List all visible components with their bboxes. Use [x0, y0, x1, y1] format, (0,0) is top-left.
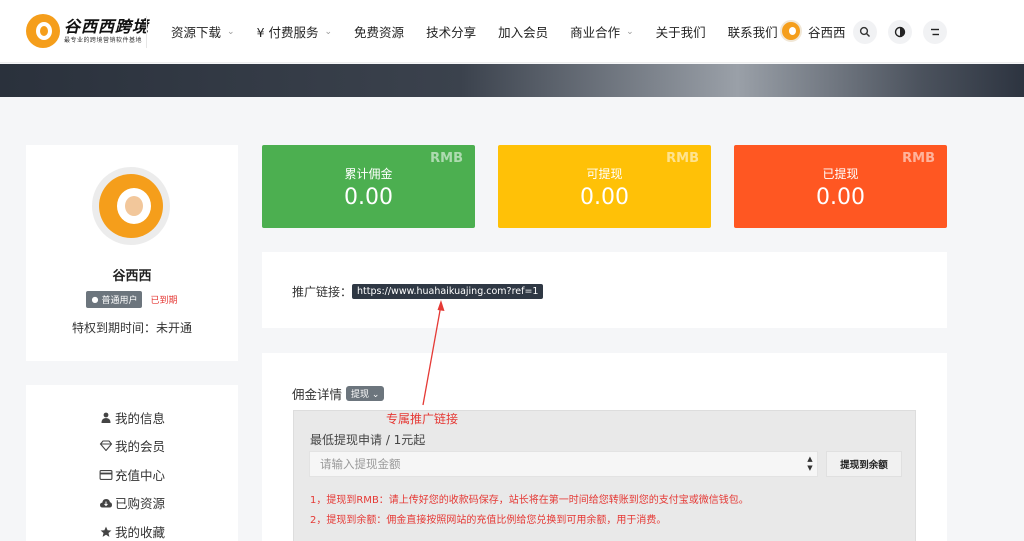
- nav-divider: [146, 16, 147, 48]
- amount-stepper[interactable]: ▲ ▼: [804, 451, 816, 477]
- sidebar-item-my-membership[interactable]: 我的会员: [26, 436, 238, 455]
- profile-name: 谷西西: [112, 269, 152, 284]
- header-banner: [0, 64, 1024, 97]
- logo-mark-icon: [26, 14, 60, 48]
- avatar: [780, 20, 802, 42]
- promo-link-card: 推广链接： https://www.huahaikuajing.com?ref=…: [262, 252, 947, 328]
- stat-card-withdrawn: RMB 已提现 0.00: [734, 145, 947, 228]
- chevron-down-icon: ⌄: [227, 26, 235, 37]
- user-level-badge: ● 普通用户: [86, 291, 143, 308]
- caret-up-icon[interactable]: ▲: [804, 455, 816, 464]
- privilege-expiry: 特权到期时间：未开通: [71, 321, 192, 335]
- stat-label: 可提现: [586, 167, 623, 181]
- stat-label: 已提现: [822, 167, 859, 181]
- chevron-down-icon: ⌄: [626, 26, 634, 37]
- search-button[interactable]: [853, 20, 877, 44]
- currency-tag: RMB: [430, 151, 463, 166]
- user-menu[interactable]: 谷西西: [780, 20, 846, 42]
- promo-link-url[interactable]: https://www.huahaikuajing.com?ref=1: [352, 284, 544, 299]
- stat-label: 累计佣金: [344, 167, 393, 181]
- top-navbar: 谷西西跨境 最专业的跨境营销软件基地 资源下载 ⌄ ¥ 付费服务 ⌄ 免费资源 技术…: [0, 0, 1024, 63]
- currency-tag: RMB: [666, 151, 699, 166]
- chevron-down-icon: ⌄: [324, 26, 333, 37]
- min-withdraw-label: 最低提现申请 / 1元起: [310, 433, 426, 447]
- credit-card-icon: [99, 469, 113, 480]
- commission-card: 佣金详情 提现 ⌄ 最低提现申请 / 1元起 ▲▼ 提现到余额 1，提现到RMB…: [262, 353, 947, 541]
- nav-item-contact-us[interactable]: 联系我们: [728, 22, 778, 41]
- promo-link-label: 推广链接：: [292, 285, 353, 299]
- stat-value: 0.00: [344, 185, 393, 210]
- theme-toggle-icon: [894, 26, 906, 38]
- withdraw-note: 2，提现到余额：佣金直接按照网站的充值比例给您兑换到可用余额，用于消费。: [310, 515, 667, 526]
- search-icon: [859, 26, 870, 37]
- currency-tag: RMB: [902, 151, 935, 166]
- nav-item-about-us[interactable]: 关于我们: [656, 22, 706, 41]
- commission-title: 佣金详情: [292, 387, 343, 402]
- caret-down-icon[interactable]: ▼: [804, 464, 816, 473]
- cloud-download-icon: [99, 498, 112, 507]
- theme-toggle-button[interactable]: [888, 20, 912, 44]
- withdraw-panel: 最低提现申请 / 1元起 ▲▼ 提现到余额 1，提现到RMB：请上传好您的收款码…: [293, 410, 916, 541]
- chevron-down-icon: ⌄: [371, 390, 380, 400]
- stat-value: 0.00: [580, 185, 629, 210]
- withdraw-dropdown[interactable]: 提现 ⌄: [346, 386, 385, 401]
- nav-item-paid-services[interactable]: ¥ 付费服务 ⌄: [257, 22, 332, 41]
- stat-card-total-commission: RMB 累计佣金 0.00: [262, 145, 475, 228]
- avatar: [92, 167, 170, 245]
- main-nav: 资源下载 ⌄ ¥ 付费服务 ⌄ 免费资源 技术分享 加入会员 商业合作 ⌄ 关于我们 …: [160, 0, 789, 63]
- withdraw-to-balance-button[interactable]: 提现到余额: [826, 451, 902, 477]
- sidebar-item-recharge-center[interactable]: 充值中心: [26, 465, 238, 484]
- sidebar-menu: 我的信息 我的会员 充值中心 已购资源 我的收藏: [26, 385, 238, 541]
- stat-card-withdrawable: RMB 可提现 0.00: [498, 145, 711, 228]
- star-icon: [100, 526, 112, 537]
- sidebar-item-my-favorites[interactable]: 我的收藏: [26, 522, 238, 541]
- membership-status: 已到期: [150, 296, 178, 306]
- menu-button[interactable]: [923, 20, 947, 44]
- nav-item-business-cooperation[interactable]: 商业合作 ⌄: [570, 22, 634, 41]
- user-icon: ●: [91, 295, 99, 304]
- menu-icon: [931, 28, 939, 36]
- nav-item-resource-download[interactable]: 资源下载 ⌄: [171, 22, 235, 41]
- stat-value: 0.00: [816, 185, 865, 210]
- logo-subtitle: 最专业的跨境营销软件基地: [64, 36, 143, 44]
- withdraw-note: 1，提现到RMB：请上传好您的收款码保存，站长将在第一时间给您转账到您的支付宝或…: [310, 495, 749, 506]
- logo-title: 谷西西跨境: [64, 16, 150, 36]
- diamond-icon: [99, 440, 113, 451]
- header-username: 谷西西: [808, 24, 846, 40]
- withdraw-amount-input[interactable]: [309, 451, 818, 477]
- site-logo[interactable]: 谷西西跨境 最专业的跨境营销软件基地: [26, 14, 149, 48]
- annotation-label: 专属推广链接: [386, 412, 459, 426]
- user-icon: [101, 412, 111, 423]
- sidebar-item-my-info[interactable]: 我的信息: [26, 408, 238, 427]
- nav-item-join-membership[interactable]: 加入会员: [498, 22, 548, 41]
- profile-card: 谷西西 ● 普通用户 已到期 特权到期时间：未开通: [26, 145, 238, 361]
- sidebar-item-purchased-resources[interactable]: 已购资源: [26, 493, 238, 512]
- nav-item-tech-share[interactable]: 技术分享: [426, 22, 476, 41]
- nav-item-free-resources[interactable]: 免费资源: [354, 22, 404, 41]
